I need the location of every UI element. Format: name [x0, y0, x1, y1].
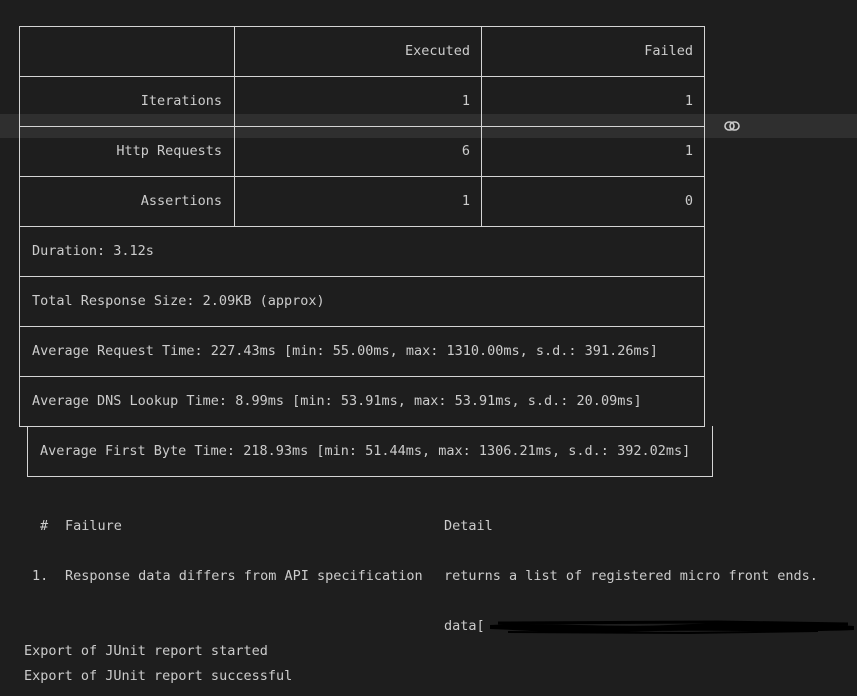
cell-iterations-executed: 1: [461, 93, 470, 109]
log-line: Export of JUnit report started: [24, 643, 268, 659]
cell-assertions-executed: 1: [461, 193, 470, 209]
summary-average-first-byte-time: Average First Byte Time: 218.93ms [min: …: [40, 443, 691, 459]
summary-duration: Duration: 3.12s: [32, 243, 154, 259]
log-line: Export of JUnit report successful: [24, 668, 293, 684]
failures-header-failure: Failure: [65, 518, 122, 534]
table-border: [19, 76, 705, 77]
table-border: [19, 26, 705, 27]
row-label-http-requests: Http Requests: [116, 143, 222, 159]
cell-assertions-failed: 0: [684, 193, 693, 209]
failure-row-num: 1.: [32, 568, 49, 584]
summary-average-dns-lookup-time: Average DNS Lookup Time: 8.99ms [min: 53…: [32, 393, 642, 409]
table-border: [19, 376, 705, 377]
table-border: [19, 276, 705, 277]
failures-header-detail: Detail: [444, 518, 493, 534]
cell-http-requests-executed: 6: [461, 143, 470, 159]
failures-header-num: #: [40, 518, 49, 534]
table-border: [27, 476, 713, 477]
summary-average-request-time: Average Request Time: 227.43ms [min: 55.…: [32, 343, 658, 359]
table-border: [712, 426, 713, 476]
failure-row-extra: data[: [444, 618, 485, 634]
table-border: [19, 126, 705, 127]
table-border: [27, 426, 28, 476]
table-border: [19, 426, 705, 427]
redaction-scribble: [488, 619, 857, 635]
table-border: [19, 226, 705, 227]
summary-total-response-size: Total Response Size: 2.09KB (approx): [32, 293, 325, 309]
row-label-iterations: Iterations: [140, 93, 222, 109]
link-icon[interactable]: [722, 116, 742, 136]
cell-iterations-failed: 1: [684, 93, 693, 109]
column-header-failed: Failed: [644, 43, 693, 59]
table-border: [19, 326, 705, 327]
column-header-executed: Executed: [404, 43, 470, 59]
row-label-assertions: Assertions: [140, 193, 222, 209]
failure-row-detail: returns a list of registered micro front…: [444, 568, 818, 584]
table-border: [19, 176, 705, 177]
cell-http-requests-failed: 1: [684, 143, 693, 159]
failure-row-failure: Response data differs from API specifica…: [65, 568, 423, 584]
